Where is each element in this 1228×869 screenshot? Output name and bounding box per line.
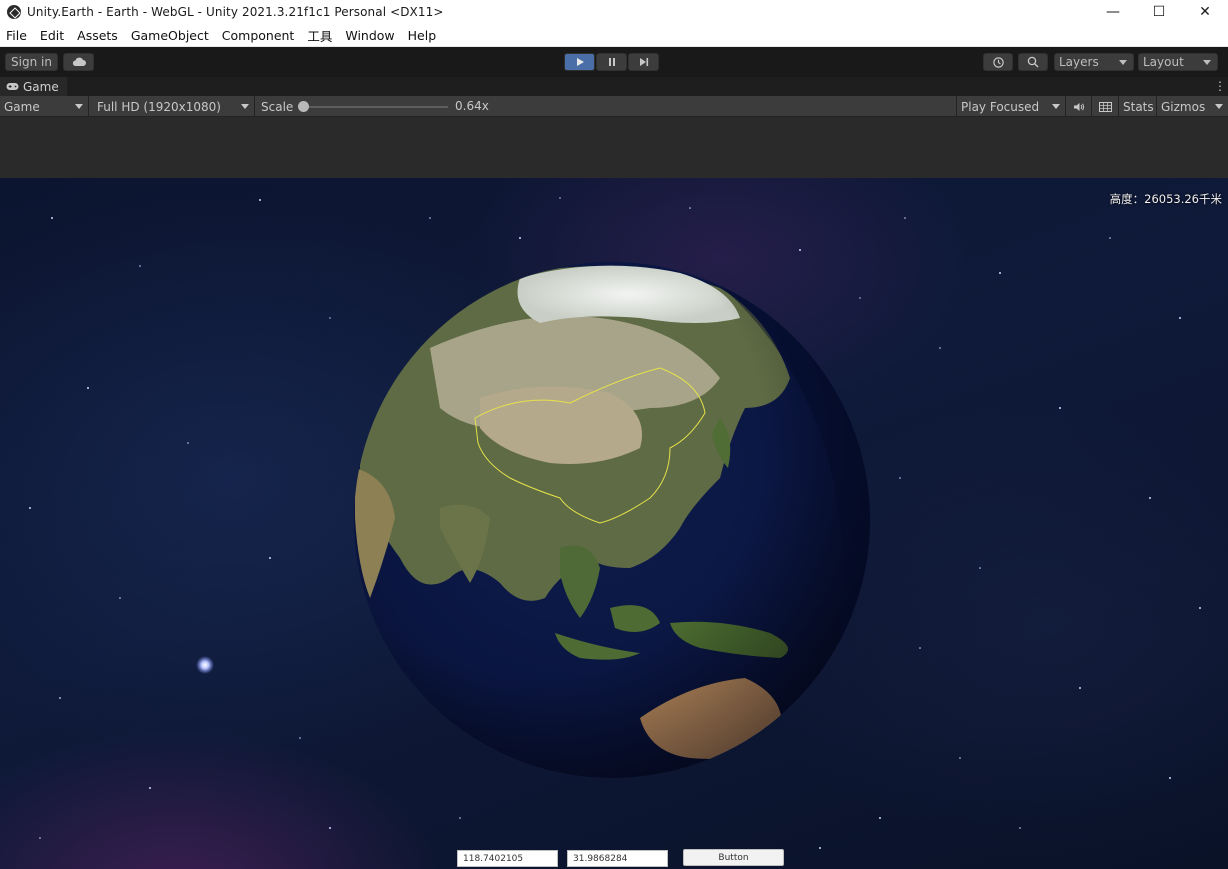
minimize-button[interactable]: — bbox=[1090, 0, 1136, 24]
step-button[interactable] bbox=[628, 53, 659, 71]
play-button[interactable] bbox=[564, 53, 595, 71]
menu-assets[interactable]: Assets bbox=[71, 28, 125, 43]
scale-value: 0.64x bbox=[455, 99, 489, 113]
maximize-button[interactable]: ☐ bbox=[1136, 0, 1182, 24]
menu-gameobject[interactable]: GameObject bbox=[125, 28, 216, 43]
menu-help[interactable]: Help bbox=[402, 28, 444, 43]
chevron-down-icon bbox=[1119, 60, 1127, 65]
menu-component[interactable]: Component bbox=[216, 28, 302, 43]
play-mode-label: Play Focused bbox=[961, 99, 1040, 114]
gamepad-icon bbox=[6, 83, 19, 90]
more-options-icon[interactable]: ⋮ bbox=[1214, 80, 1226, 92]
scale-slider-track[interactable] bbox=[302, 106, 448, 108]
history-icon bbox=[992, 56, 1004, 68]
chevron-down-icon bbox=[1203, 60, 1211, 65]
unity-logo-icon bbox=[7, 5, 21, 19]
altitude-readout: 高度：26053.26千米 bbox=[1109, 192, 1222, 206]
stats-button[interactable]: Stats bbox=[1119, 96, 1157, 117]
chevron-down-icon bbox=[241, 104, 249, 109]
step-icon bbox=[639, 58, 648, 66]
search-icon bbox=[1027, 56, 1039, 68]
stats-label: Stats bbox=[1123, 99, 1154, 114]
longitude-input[interactable]: 118.7402105 bbox=[457, 850, 558, 867]
layers-label: Layers bbox=[1059, 55, 1099, 69]
display-dropdown[interactable]: Game bbox=[0, 96, 89, 117]
space-scene bbox=[29, 197, 1201, 849]
tab-game[interactable]: Game bbox=[0, 77, 67, 96]
chevron-down-icon bbox=[75, 104, 83, 109]
pause-button[interactable] bbox=[596, 53, 627, 71]
cloud-icon bbox=[72, 57, 86, 66]
gizmos-label: Gizmos bbox=[1161, 99, 1206, 114]
play-mode-dropdown[interactable]: Play Focused bbox=[956, 96, 1066, 117]
earth-globe bbox=[354, 262, 870, 778]
grid-icon bbox=[1098, 101, 1112, 112]
latitude-input[interactable]: 31.9868284 bbox=[567, 850, 668, 867]
layout-dropdown[interactable]: Layout bbox=[1138, 53, 1218, 71]
resolution-dropdown[interactable]: Full HD (1920x1080) bbox=[93, 96, 255, 117]
bright-star bbox=[196, 656, 214, 674]
cloud-button[interactable] bbox=[63, 53, 94, 71]
game-viewport[interactable]: 高度：26053.26千米 118.7402105 31.9868284 But… bbox=[0, 178, 1228, 869]
search-button[interactable] bbox=[1018, 53, 1048, 71]
menu-edit[interactable]: Edit bbox=[34, 28, 71, 43]
sign-in-button[interactable]: Sign in bbox=[5, 53, 58, 71]
history-button[interactable] bbox=[983, 53, 1013, 71]
close-button[interactable]: ✕ bbox=[1182, 0, 1228, 24]
resolution-label: Full HD (1920x1080) bbox=[97, 99, 221, 114]
scale-label: Scale bbox=[261, 99, 294, 114]
chevron-down-icon bbox=[1052, 104, 1060, 109]
menu-window[interactable]: Window bbox=[339, 28, 401, 43]
game-view-toolbar: Game Full HD (1920x1080) Scale 0.64x Pla… bbox=[0, 96, 1228, 117]
tab-game-label: Game bbox=[23, 79, 59, 94]
gizmos-dropdown[interactable]: Gizmos bbox=[1157, 96, 1228, 117]
aspect-grid-button[interactable] bbox=[1092, 96, 1119, 117]
layers-dropdown[interactable]: Layers bbox=[1054, 53, 1134, 71]
tab-bar: Game ⋮ bbox=[0, 77, 1228, 96]
mute-audio-button[interactable] bbox=[1066, 96, 1092, 117]
play-icon bbox=[576, 58, 584, 66]
window-title: Unity.Earth - Earth - WebGL - Unity 2021… bbox=[27, 5, 444, 19]
main-toolbar: Sign in Layers Layout bbox=[0, 47, 1228, 77]
speaker-icon bbox=[1073, 102, 1084, 111]
menu-file[interactable]: File bbox=[0, 28, 34, 43]
menu-tools[interactable]: 工具 bbox=[301, 26, 339, 45]
layout-label: Layout bbox=[1143, 55, 1184, 69]
window-title-bar: Unity.Earth - Earth - WebGL - Unity 2021… bbox=[0, 0, 1228, 24]
pause-icon bbox=[608, 58, 615, 66]
chevron-down-icon bbox=[1215, 104, 1223, 109]
menu-bar: File Edit Assets GameObject Component 工具… bbox=[0, 24, 1228, 47]
locate-button[interactable]: Button bbox=[683, 849, 784, 866]
scale-slider-handle[interactable] bbox=[298, 101, 309, 112]
display-label: Game bbox=[4, 99, 40, 114]
game-letterbox bbox=[0, 117, 1228, 178]
